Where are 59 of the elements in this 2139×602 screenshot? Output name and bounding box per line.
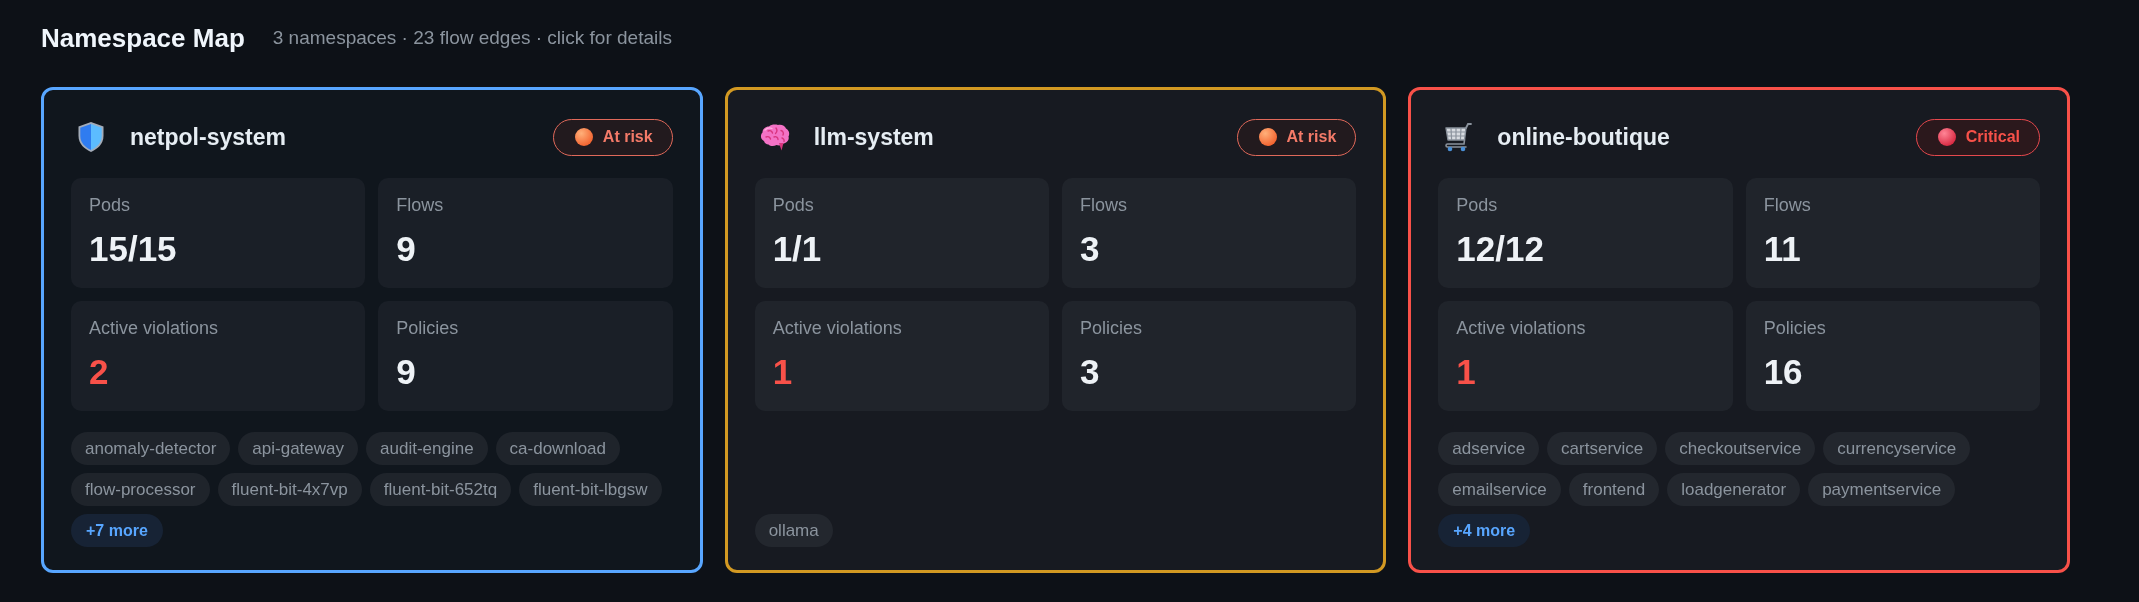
stat-label: Flows <box>396 194 445 217</box>
stat-label: Pods <box>1456 194 1499 217</box>
stat-label: Policies <box>396 317 460 340</box>
namespace-card[interactable]: online-boutique Critical Pods 12/12 Flows 11 Active violations 1 Policies 16 adservice cartservice checkoutservice currencyservice emailservice frontend loadgenerator paymentservice +4 more <box>1408 87 2070 573</box>
pod-tag: anomaly-detector <box>71 432 231 465</box>
stat-value: 11 <box>1763 229 1802 269</box>
stat-value: 12/12 <box>1456 229 1545 269</box>
namespace-name: llm-system <box>813 123 934 152</box>
stat-value: 16 <box>1763 352 1804 392</box>
pod-tag: api-gateway <box>238 432 358 465</box>
pod-tag: loadgenerator <box>1667 473 1801 506</box>
stat-value: 1 <box>772 352 794 392</box>
pod-tag: fluent-bit-652tq <box>369 473 512 506</box>
stat-value: 2 <box>89 352 110 392</box>
stat-value: 1/1 <box>772 229 823 269</box>
shield-icon <box>75 121 107 153</box>
stat-label: Pods <box>772 194 815 217</box>
status-label: Critical <box>1965 127 2020 147</box>
namespace-card[interactable]: netpol-system At risk Pods 15/15 Flows 9 Active violations 2 Policies 9 anomaly-detector api-gateway audit-engine ca-download flow-processor fluent-bit-4x7vp fluent-bit-652tq fluent-bit-lbgsw +7 more <box>41 87 703 573</box>
pod-tag: adservice <box>1438 432 1540 465</box>
pod-tag: ollama <box>754 514 833 547</box>
stat-value: 9 <box>396 229 417 269</box>
stat-label: Active violations <box>1456 317 1587 340</box>
namespace-card[interactable]: llm-system At risk Pods 1/1 Flows 3 Active violations 1 Policies 3 ollama <box>724 87 1387 573</box>
namespace-name: netpol-system <box>130 123 286 152</box>
pod-tag: frontend <box>1568 473 1660 506</box>
stat-label: Flows <box>1763 194 1812 217</box>
more-pods-button[interactable]: +4 more <box>1438 514 1531 547</box>
more-pods-button[interactable]: +7 more <box>71 514 163 547</box>
status-label: At risk <box>1286 127 1337 147</box>
pod-tag: ca-download <box>495 432 620 465</box>
pod-tag: audit-engine <box>366 432 488 465</box>
stat-value: 3 <box>1080 229 1101 269</box>
stat-label: Policies <box>1080 317 1143 340</box>
pod-tag: fluent-bit-4x7vp <box>217 473 362 506</box>
stat-value: 9 <box>396 352 417 392</box>
stat-value: 15/15 <box>89 229 178 269</box>
stat-label: Pods <box>89 194 132 217</box>
pod-tag: checkoutservice <box>1665 432 1816 465</box>
shopping-cart-icon <box>1442 121 1475 153</box>
stat-label: Flows <box>1080 194 1128 217</box>
namespace-name: online-boutique <box>1497 123 1670 152</box>
stat-value: 3 <box>1080 352 1101 392</box>
stat-label: Active violations <box>89 317 220 340</box>
page-title: Namespace Map <box>41 22 245 54</box>
pod-tag: fluent-bit-lbgsw <box>519 473 662 506</box>
stat-label: Policies <box>1763 317 1827 340</box>
pod-tag: cartservice <box>1547 432 1658 465</box>
stat-value: 1 <box>1456 352 1477 392</box>
status-dot-icon <box>1258 128 1277 146</box>
pod-tag: currencyservice <box>1823 432 1971 465</box>
status-dot-icon <box>1937 128 1956 146</box>
pod-tag: emailservice <box>1438 473 1561 506</box>
pod-tag: paymentservice <box>1808 473 1956 506</box>
summary-text: 3 namespaces · 23 flow edges · click for details <box>272 26 672 50</box>
status-dot-icon <box>574 128 593 146</box>
stat-label: Active violations <box>772 317 903 340</box>
pod-tag: flow-processor <box>71 473 210 506</box>
status-label: At risk <box>602 127 653 147</box>
